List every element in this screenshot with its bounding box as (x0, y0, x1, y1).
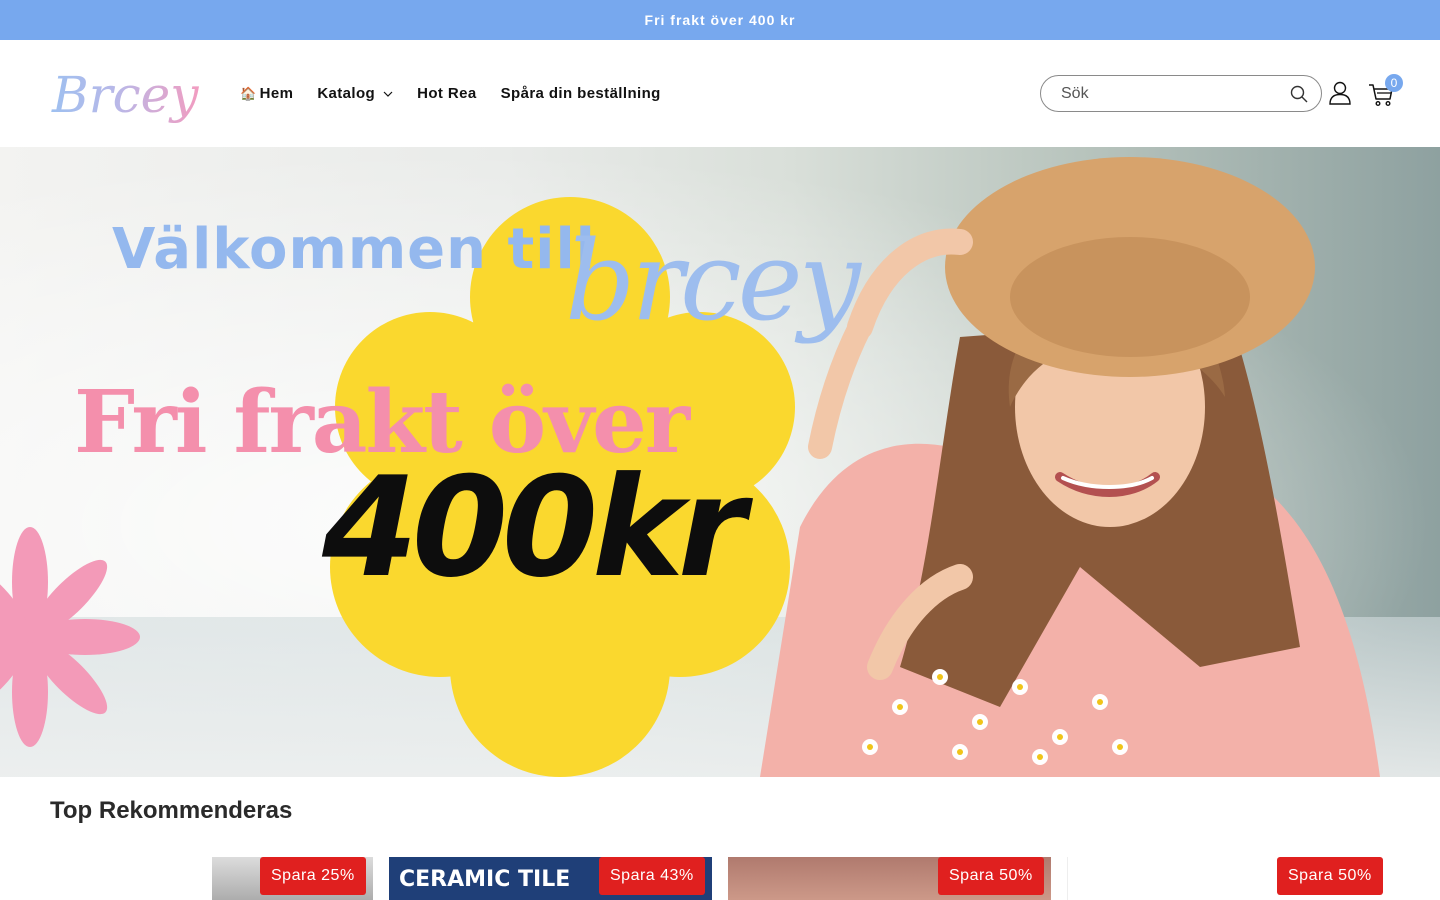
account-button[interactable] (1328, 80, 1352, 106)
nav-item-label: Hot Rea (417, 85, 477, 102)
pink-flower-shape (0, 527, 140, 747)
section-title: Top Rekommenderas (50, 797, 293, 824)
nav-item-label: Katalog (317, 85, 376, 102)
product-card[interactable]: Spara 50% (1067, 857, 1390, 900)
search-icon (1290, 85, 1308, 102)
chevron-down-icon (383, 91, 393, 97)
nav-item-katalog[interactable]: Katalog (317, 85, 393, 102)
hero-welcome-text: Välkommen till (112, 217, 596, 282)
nav-item-hem[interactable]: 🏠 Hem (240, 85, 293, 102)
cart-count-badge: 0 (1385, 74, 1403, 92)
product-card[interactable]: Spara 50% (728, 857, 1051, 900)
sale-badge: Spara 50% (938, 857, 1044, 895)
nav-item-hot-rea[interactable]: Hot Rea (417, 85, 476, 102)
house-icon: 🏠 (240, 85, 257, 101)
site-header: Brcey 🏠 Hem Katalog Hot Rea Spåra din be… (0, 40, 1440, 147)
nav-item-label: Hem (259, 85, 294, 102)
nav-item-label: Spåra din beställning (500, 85, 661, 102)
sale-badge: Spara 25% (260, 857, 366, 895)
sale-badge-text: Spara 50% (949, 867, 1033, 884)
announcement-text: Fri frakt över 400 kr (644, 12, 796, 28)
sale-badge: Spara 43% (599, 857, 705, 895)
search-box (1040, 75, 1322, 112)
main-nav: 🏠 Hem Katalog Hot Rea Spåra din beställn… (240, 40, 685, 147)
search-button[interactable] (1289, 84, 1309, 104)
user-icon (1329, 81, 1351, 105)
brand-logo-mark: Brcey (51, 66, 199, 124)
nav-item-track-order[interactable]: Spåra din beställning (501, 85, 661, 102)
sale-badge-text: Spara 43% (610, 867, 694, 884)
announcement-bar: Fri frakt över 400 kr (0, 0, 1440, 40)
hero-banner[interactable]: Välkommen till brcey Fri frakt över 400k… (0, 147, 1440, 777)
product-card[interactable]: CERAMIC TILE Spara 43% (389, 857, 712, 900)
search-input[interactable] (1061, 84, 1289, 103)
sale-badge-text: Spara 50% (1288, 867, 1372, 884)
sale-badge-text: Spara 25% (271, 867, 355, 884)
product-card[interactable]: Spara 25% (50, 857, 373, 900)
hero-script-brand: brcey (565, 217, 861, 345)
product-grid: Spara 25% CERAMIC TILE Spara 43% Spara 5… (50, 857, 1390, 900)
product-image-text: CERAMIC TILE (399, 867, 571, 892)
brand-logo[interactable]: Brcey (50, 62, 210, 126)
hero-amount: 400kr (322, 447, 746, 608)
brand-logo-text: Brcey (51, 66, 199, 124)
sale-badge: Spara 50% (1277, 857, 1383, 895)
